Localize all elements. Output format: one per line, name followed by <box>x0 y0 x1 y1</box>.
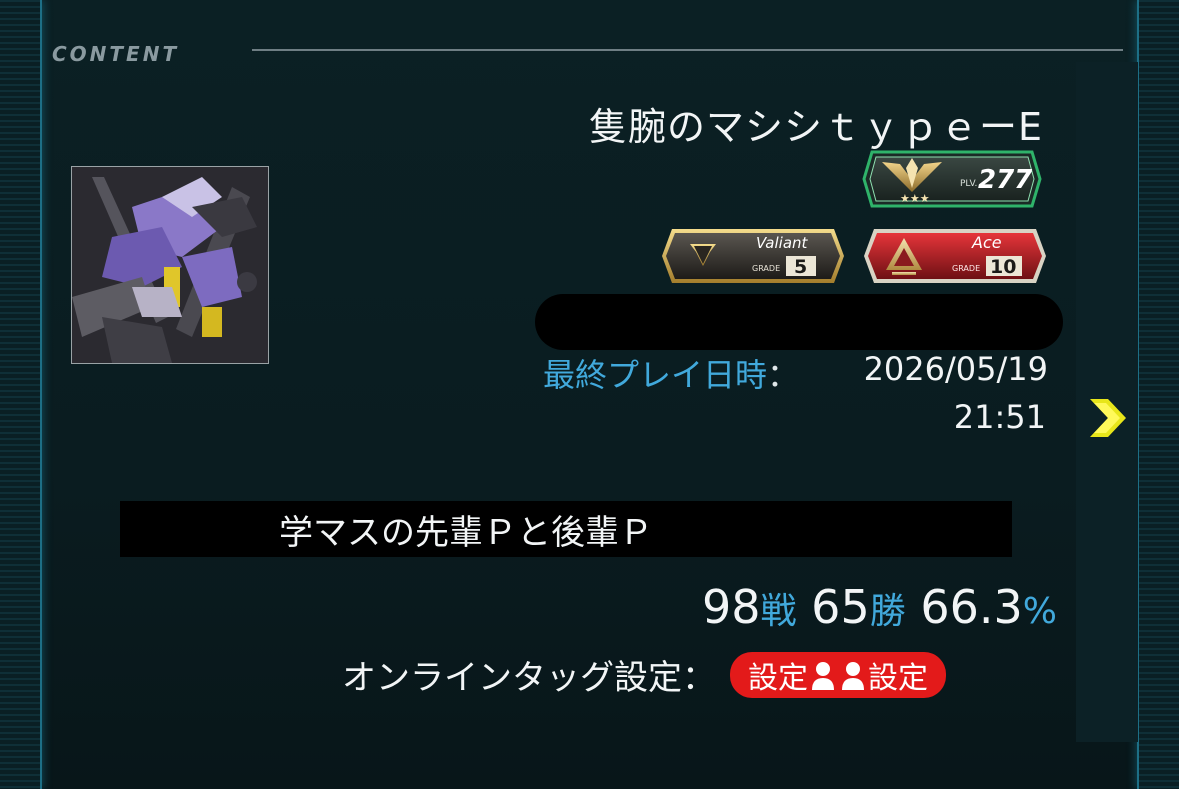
online-tag-left: 設定 <box>748 660 808 696</box>
class-badge-label: Valiant <box>756 234 809 252</box>
last-play-label: 最終プレイ日時： <box>543 350 799 396</box>
team-battles-unit: 戦 <box>760 591 797 632</box>
class-badge-label: Ace <box>971 233 1002 252</box>
class-badge-ace: Ace GRADE 10 <box>862 226 1048 286</box>
level-badge: ★★★ PLV. 277 <box>862 148 1042 210</box>
last-play-date: 2026/05/19 <box>863 350 1048 388</box>
team-name: 学マスの先輩Ｐと後輩Ｐ <box>279 512 653 553</box>
redaction-bar <box>535 294 1063 350</box>
person-icon <box>840 661 866 691</box>
right-frame-edge <box>1137 0 1179 789</box>
class-badge-valiant: Valiant GRADE 5 <box>660 226 846 286</box>
online-tag-right: 設定 <box>868 660 928 696</box>
team-battles: 98 <box>701 580 761 634</box>
team-win-rate-unit: % <box>1022 591 1057 632</box>
level-value: 277 <box>978 165 1033 195</box>
team-wins: 65 <box>811 580 870 634</box>
avatar <box>71 166 269 364</box>
last-play-colon: ： <box>767 356 800 394</box>
online-tag-setting-button[interactable]: 設定 設定 <box>730 651 946 698</box>
section-divider <box>252 49 1123 51</box>
online-tag-label: オンラインタッグ設定： <box>342 658 716 698</box>
team-name-bar: 学マスの先輩Ｐと後輩Ｐ <box>120 501 1012 557</box>
online-tag-row: オンラインタッグ設定： 設定 設定 <box>342 650 946 699</box>
grade-value: 10 <box>990 256 1016 278</box>
player-name: 隻腕のマシシｔｙｐｅーE <box>588 105 1043 149</box>
last-play-label-text: 最終プレイ日時 <box>543 356 768 394</box>
team-wins-unit: 勝 <box>869 591 906 632</box>
section-label: CONTENT <box>52 42 180 66</box>
next-button[interactable] <box>1084 395 1130 441</box>
person-icon <box>810 661 836 691</box>
team-win-rate: 66.3 <box>920 580 1023 634</box>
svg-text:★★★: ★★★ <box>900 192 930 205</box>
grade-prefix: GRADE <box>952 264 980 273</box>
team-record: 98戦 65勝 66.3% <box>702 580 1057 634</box>
last-play-time: 21:51 <box>953 398 1046 436</box>
chevron-right-icon <box>1090 399 1126 437</box>
grade-prefix: GRADE <box>752 264 780 273</box>
level-prefix: PLV. <box>960 179 977 189</box>
left-frame-edge <box>0 0 42 789</box>
grade-value: 5 <box>794 256 807 278</box>
